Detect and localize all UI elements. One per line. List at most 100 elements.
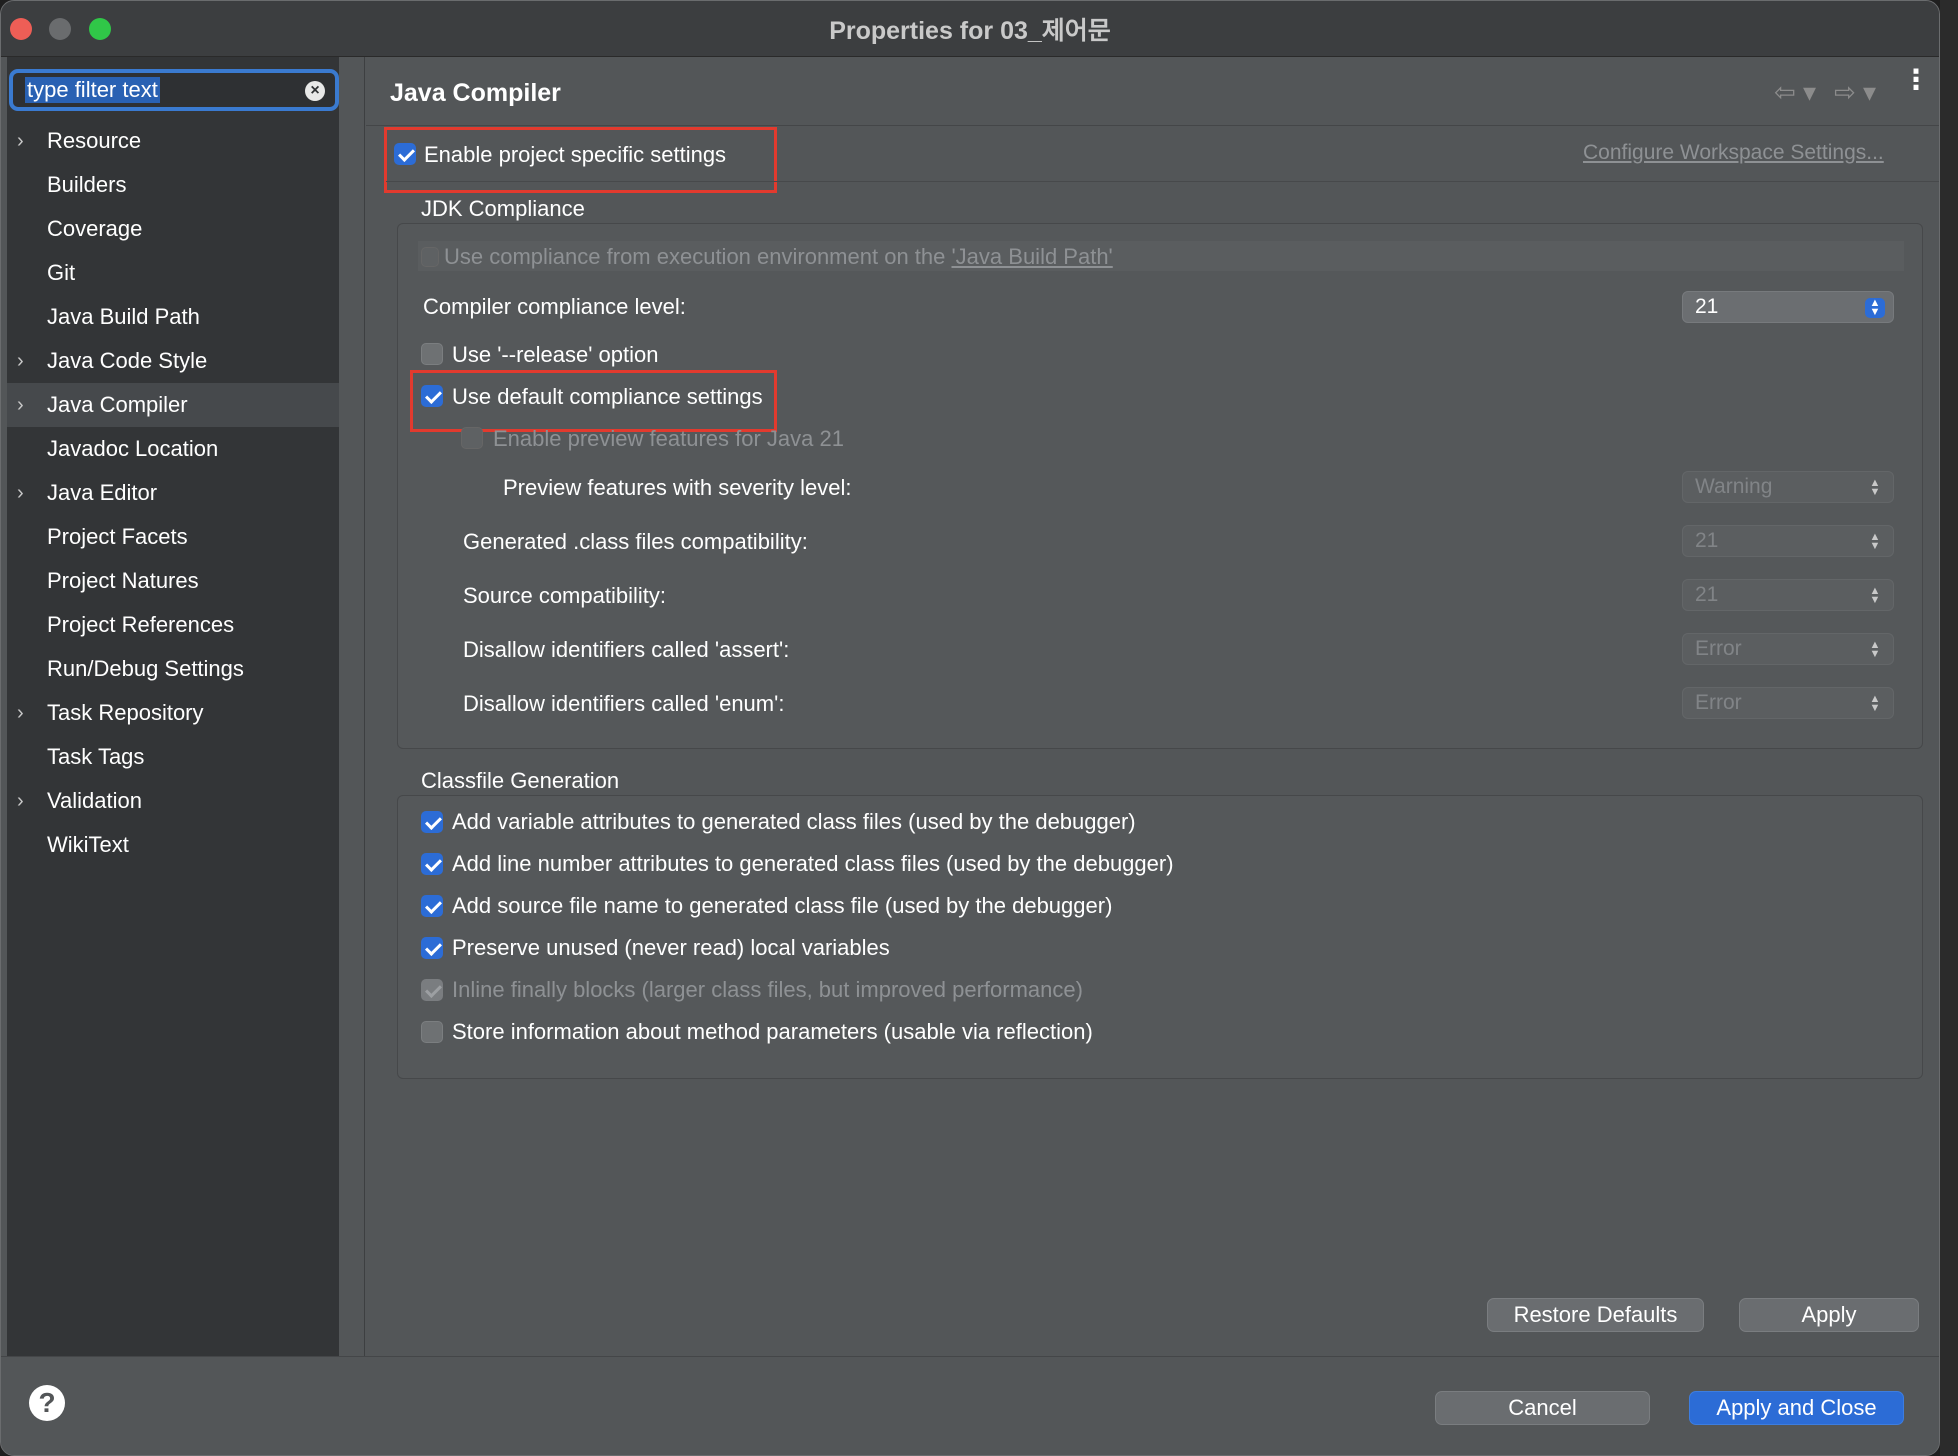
tree-item[interactable]: › Task Repository — [7, 691, 339, 735]
back-arrow-icon[interactable]: ⇦ ▾ — [1774, 77, 1816, 108]
tree-item[interactable]: Task Tags — [7, 735, 339, 779]
classfile-option-label: Add source file name to generated class … — [452, 893, 1113, 918]
jdk-compliance-title: JDK Compliance — [421, 196, 585, 221]
main-panel: Java Compiler ⇦ ▾ ⇨ ▾ ⋮ Enable project s… — [366, 57, 1939, 1356]
compliance-level-select[interactable]: 21 ▲ ▼ — [1682, 291, 1894, 323]
tree-item[interactable]: Java Build Path — [7, 295, 339, 339]
expand-arrow-icon[interactable]: › — [17, 394, 31, 417]
tree-item-label: Java Compiler — [47, 392, 188, 417]
assert-label: Disallow identifiers called 'assert': — [463, 637, 790, 662]
classfile-option-label: Store information about method parameter… — [452, 1019, 1093, 1044]
tree-item-label: Project Facets — [47, 524, 188, 549]
expand-arrow-icon[interactable]: › — [17, 702, 31, 725]
tree-item[interactable]: › Resource — [7, 119, 339, 163]
classfile-option-label: Preserve unused (never read) local varia… — [452, 935, 890, 960]
java-build-path-link[interactable]: 'Java Build Path' — [951, 244, 1112, 269]
default-compliance-checkbox[interactable] — [421, 385, 443, 407]
expand-arrow-icon[interactable]: › — [17, 790, 31, 813]
compliance-level-value: 21 — [1695, 295, 1719, 318]
tree-item[interactable]: Git — [7, 251, 339, 295]
tree-item[interactable]: Coverage — [7, 207, 339, 251]
title-separator — [366, 125, 1939, 126]
maximize-window-button[interactable] — [89, 18, 111, 40]
select-arrows-icon: ▲ ▼ — [1869, 693, 1881, 714]
source-compat-value: 21 — [1695, 583, 1719, 606]
enum-value: Error — [1695, 691, 1742, 714]
release-option-checkbox[interactable] — [421, 343, 443, 365]
properties-dialog: Properties for 03_제어문 type filter text ×… — [0, 0, 1940, 1456]
generated-compat-select[interactable]: 21 ▲ ▼ — [1682, 525, 1894, 557]
expand-arrow-icon[interactable]: › — [17, 350, 31, 373]
tree-item-label: Task Tags — [47, 744, 145, 769]
dialog-button-bar: ? Cancel Apply and Close — [1, 1356, 1939, 1455]
restore-defaults-button[interactable]: Restore Defaults — [1487, 1298, 1704, 1332]
expand-arrow-icon[interactable]: › — [17, 130, 31, 153]
compliance-level-label: Compiler compliance level: — [423, 294, 686, 319]
enum-select[interactable]: Error ▲ ▼ — [1682, 687, 1894, 719]
classfile-option-checkbox[interactable] — [421, 979, 443, 1001]
assert-select[interactable]: Error ▲ ▼ — [1682, 633, 1894, 665]
expand-arrow-icon[interactable]: › — [17, 482, 31, 505]
tree-item[interactable]: Run/Debug Settings — [7, 647, 339, 691]
tree-item[interactable]: › Java Editor — [7, 471, 339, 515]
classfile-option-checkbox[interactable] — [421, 937, 443, 959]
tree-item[interactable]: › Validation — [7, 779, 339, 823]
classfile-option-checkbox[interactable] — [421, 811, 443, 833]
preview-severity-select[interactable]: Warning ▲ ▼ — [1682, 471, 1894, 503]
classfile-option-checkbox[interactable] — [421, 853, 443, 875]
select-arrows-icon: ▲ ▼ — [1869, 585, 1881, 606]
tree-item[interactable]: WikiText — [7, 823, 339, 867]
tree-item[interactable]: Project Facets — [7, 515, 339, 559]
tree-item-label: Resource — [47, 128, 142, 153]
cancel-button[interactable]: Cancel — [1435, 1391, 1650, 1425]
minimize-window-button[interactable] — [49, 18, 71, 40]
tree-item-label: Task Repository — [47, 700, 204, 725]
source-compat-select[interactable]: 21 ▲ ▼ — [1682, 579, 1894, 611]
tree-item-label: Java Editor — [47, 480, 158, 505]
apply-and-close-button[interactable]: Apply and Close — [1689, 1391, 1904, 1425]
preview-severity-value: Warning — [1695, 475, 1773, 498]
section-separator — [386, 181, 1939, 182]
title-bar: Properties for 03_제어문 — [1, 1, 1939, 57]
tree-item[interactable]: › Java Compiler — [7, 383, 339, 427]
classfile-option-label: Add variable attributes to generated cla… — [452, 809, 1136, 834]
enable-project-specific-label: Enable project specific settings — [424, 142, 727, 167]
tree-item[interactable]: Project References — [7, 603, 339, 647]
tree-item[interactable]: Javadoc Location — [7, 427, 339, 471]
generated-compat-value: 21 — [1695, 529, 1719, 552]
tree-item-label: Coverage — [47, 216, 143, 241]
sidebar-splitter[interactable] — [339, 57, 365, 1356]
forward-arrow-icon[interactable]: ⇨ ▾ — [1834, 77, 1876, 108]
tree-item-label: Javadoc Location — [47, 436, 219, 461]
view-menu-icon[interactable]: ⋮ — [1902, 66, 1930, 94]
select-arrows-icon: ▲ ▼ — [1865, 298, 1885, 318]
classfile-option-checkbox[interactable] — [421, 1021, 443, 1043]
classfile-option-label: Add line number attributes to generated … — [452, 851, 1174, 876]
filter-text[interactable]: type filter text — [25, 77, 160, 103]
tree-item-label: Run/Debug Settings — [47, 656, 244, 681]
select-arrows-icon: ▲ ▼ — [1869, 477, 1881, 498]
generated-compat-label: Generated .class files compatibility: — [463, 529, 808, 554]
tree-item[interactable]: Builders — [7, 163, 339, 207]
use-ee-checkbox[interactable] — [421, 247, 439, 267]
tree-item-label: Project References — [47, 612, 235, 637]
classfile-option-checkbox[interactable] — [421, 895, 443, 917]
configure-workspace-link[interactable]: Configure Workspace Settings... — [1583, 141, 1884, 165]
help-icon[interactable]: ? — [29, 1385, 65, 1421]
filter-input[interactable]: type filter text × — [9, 69, 339, 111]
classfile-generation-title: Classfile Generation — [421, 768, 620, 793]
clear-filter-icon[interactable]: × — [305, 81, 325, 101]
tree-item-label: WikiText — [47, 832, 129, 857]
background-window — [1940, 0, 1958, 1456]
select-arrows-icon: ▲ ▼ — [1869, 531, 1881, 552]
tree-item[interactable]: Project Natures — [7, 559, 339, 603]
close-window-button[interactable] — [10, 18, 32, 40]
tree-item-label: Project Natures — [47, 568, 199, 593]
apply-button[interactable]: Apply — [1739, 1298, 1919, 1332]
enable-project-specific-checkbox[interactable] — [394, 143, 416, 165]
tree-item[interactable]: › Java Code Style — [7, 339, 339, 383]
enable-preview-label: Enable preview features for Java 21 — [493, 426, 844, 451]
enable-preview-checkbox[interactable] — [461, 427, 483, 449]
property-page-tree: › Resource Builders Coverage Git Java Build P… — [7, 119, 339, 867]
select-arrows-icon: ▲ ▼ — [1869, 639, 1881, 660]
